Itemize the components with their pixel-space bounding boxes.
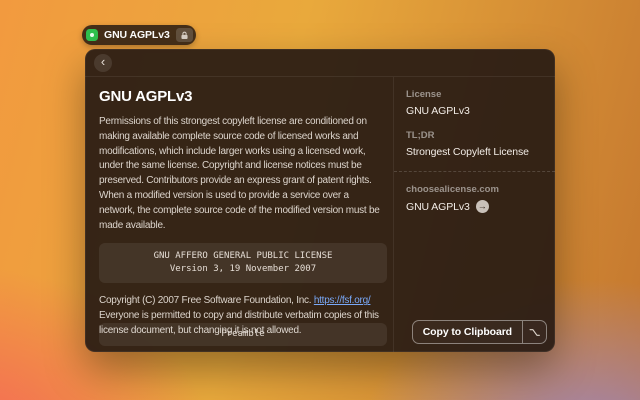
license-status-icon bbox=[86, 29, 98, 41]
metadata-divider bbox=[394, 171, 555, 172]
keyboard-shortcut-icon[interactable] bbox=[523, 321, 546, 343]
metadata-label-license: License bbox=[406, 89, 543, 100]
copyright-prefix: Copyright (C) 2007 Free Software Foundat… bbox=[99, 295, 314, 306]
choosealicense-link-row[interactable]: GNU AGPLv3 → bbox=[406, 200, 543, 213]
license-content-pane: GNU AGPLv3 Permissions of this strongest… bbox=[85, 77, 393, 352]
action-bar: Copy to Clipboard bbox=[412, 320, 547, 344]
back-button[interactable]: ‹ bbox=[94, 54, 112, 72]
fsf-link[interactable]: https://fsf.org/ bbox=[314, 295, 371, 306]
lock-icon bbox=[176, 28, 193, 42]
copy-to-clipboard-button[interactable]: Copy to Clipboard bbox=[413, 321, 522, 343]
back-chevron-icon: ‹ bbox=[101, 55, 105, 68]
metadata-value-license: GNU AGPLv3 bbox=[406, 105, 543, 117]
desktop-background: GNU AGPLv3 ‹ GNU AGPLv3 Permissions of t… bbox=[0, 0, 640, 400]
window-body: GNU AGPLv3 Permissions of this strongest… bbox=[85, 77, 555, 352]
window-header: ‹ bbox=[85, 49, 555, 77]
preamble-block: Preamble bbox=[99, 323, 387, 346]
license-header-line2: Version 3, 19 November 2007 bbox=[103, 263, 383, 276]
toast-label: GNU AGPLv3 bbox=[104, 29, 170, 41]
license-header-line1: GNU AFFERO GENERAL PUBLIC LICENSE bbox=[103, 250, 383, 263]
license-description: Permissions of this strongest copyleft l… bbox=[99, 115, 387, 233]
metadata-value-tldr: Strongest Copyleft License bbox=[406, 146, 543, 158]
license-toast[interactable]: GNU AGPLv3 bbox=[82, 25, 196, 45]
license-detail-window: ‹ GNU AGPLv3 Permissions of this stronge… bbox=[85, 49, 555, 352]
metadata-label-tldr: TL;DR bbox=[406, 130, 543, 141]
license-header-block: GNU AFFERO GENERAL PUBLIC LICENSE Versio… bbox=[99, 243, 387, 283]
metadata-label-choosealicense: choosealicense.com bbox=[406, 184, 543, 195]
metadata-value-choosealicense: GNU AGPLv3 bbox=[406, 201, 470, 213]
page-title: GNU AGPLv3 bbox=[99, 88, 387, 105]
metadata-pane: License GNU AGPLv3 TL;DR Strongest Copyl… bbox=[393, 77, 555, 352]
open-link-arrow-icon[interactable]: → bbox=[476, 200, 489, 213]
